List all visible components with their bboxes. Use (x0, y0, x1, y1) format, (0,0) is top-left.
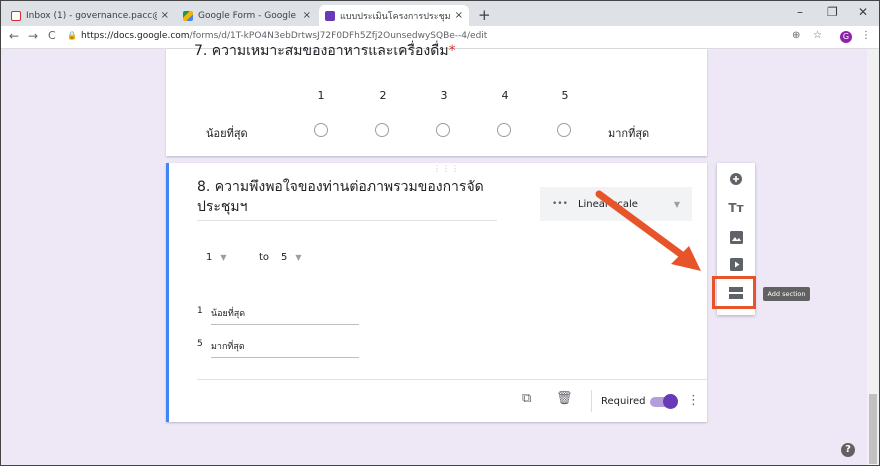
add-section-tooltip: Add section (763, 287, 810, 301)
forward-button[interactable]: → (28, 29, 38, 43)
google-drive-icon (183, 10, 193, 21)
chevron-down-icon: ▼ (220, 253, 227, 262)
scale-high-label-input[interactable]: มากที่สุด (211, 339, 359, 358)
scale-from-select[interactable]: 1 ▼ (206, 252, 227, 263)
required-toggle[interactable] (650, 394, 678, 409)
close-window-button[interactable]: ✕ (858, 5, 868, 19)
zoom-icon[interactable]: ⊕ (792, 30, 800, 41)
footer-separator (591, 390, 592, 412)
question-title-text: 7. ความเหมาะสมของอาหารและเครื่องดื่ม (194, 43, 449, 59)
add-image-button[interactable] (717, 229, 755, 248)
scale-label-number: 1 (197, 306, 203, 316)
scale-number: 2 (379, 89, 387, 102)
gmail-icon (11, 10, 21, 21)
question-title-input[interactable]: 8. ความพึงพอใจของท่านต่อภาพรวมของการจัดป… (197, 177, 497, 221)
tab-title: Inbox (1) - governance.pacc@gm (26, 10, 157, 21)
minimize-button[interactable]: – (797, 5, 803, 19)
browser-window: Inbox (1) - governance.pacc@gm × Google … (0, 0, 880, 466)
linear-scale-icon: ••• (552, 199, 568, 209)
scale-radio-3[interactable] (436, 123, 450, 137)
add-circle-icon (730, 173, 742, 185)
delete-icon[interactable]: 🗑 (556, 391, 573, 406)
scale-radio-2[interactable] (375, 123, 389, 137)
tab-google-form[interactable]: แบบประเมินโครงการประชุมเชิงปฏิบัติก × (319, 5, 469, 26)
page-scrollbar[interactable] (867, 49, 879, 465)
duplicate-icon[interactable]: ⧉ (522, 391, 531, 406)
lock-icon: 🔒 (67, 31, 77, 40)
tab-close-icon[interactable]: × (161, 10, 169, 21)
url-host: https://docs.google.com (81, 31, 190, 41)
question-title: 7. ความเหมาะสมของอาหารและเครื่องดื่ม* (194, 40, 456, 62)
annotation-arrow (595, 190, 701, 271)
tab-close-icon[interactable]: × (303, 10, 311, 21)
reload-button[interactable]: C (48, 29, 56, 42)
scrollbar-thumb[interactable] (869, 394, 877, 464)
tab-bar: Inbox (1) - governance.pacc@gm × Google … (1, 1, 879, 26)
scale-radio-1[interactable] (314, 123, 328, 137)
scale-label-row-1: 1 น้อยที่สุด (197, 306, 359, 325)
back-button[interactable]: ← (9, 29, 19, 43)
video-icon (729, 258, 743, 271)
scale-to-word: to (259, 252, 270, 263)
tab-google-drive[interactable]: Google Form - Google Drive × (177, 5, 317, 26)
scale-label-row-2: 5 มากที่สุด (197, 339, 359, 358)
required-asterisk: * (448, 43, 456, 59)
scale-from-value: 1 (206, 252, 213, 263)
tab-gmail[interactable]: Inbox (1) - governance.pacc@gm × (5, 5, 175, 26)
scale-radio-5[interactable] (557, 123, 571, 137)
add-video-button[interactable] (717, 256, 755, 275)
tab-title: แบบประเมินโครงการประชุมเชิงปฏิบัติก (340, 11, 451, 22)
help-icon[interactable]: ? (841, 443, 855, 457)
add-title-button[interactable]: Tт (717, 201, 755, 215)
more-options-icon[interactable]: ⋮ (687, 393, 700, 408)
image-icon (729, 231, 743, 244)
menu-kebab-icon[interactable]: ⋮ (861, 30, 871, 41)
footer-divider (197, 379, 707, 380)
scale-number: 4 (501, 89, 509, 102)
tab-close-icon[interactable]: × (455, 10, 463, 21)
title-text-icon: Tт (728, 201, 744, 215)
profile-avatar[interactable]: G (840, 31, 852, 43)
new-tab-button[interactable]: + (478, 6, 491, 24)
chevron-down-icon: ▼ (295, 253, 302, 262)
scale-number: 3 (440, 89, 448, 102)
scale-to-select[interactable]: 5 ▼ (281, 252, 302, 263)
scale-low-label-input[interactable]: น้อยที่สุด (211, 306, 359, 325)
scale-label-number: 5 (197, 339, 203, 349)
scale-to-value: 5 (281, 252, 288, 263)
scale-number: 5 (561, 89, 569, 102)
drag-handle-icon[interactable]: ⋮⋮⋮ (433, 164, 460, 173)
scale-low-label: น้อยที่สุด (206, 127, 248, 140)
restore-button[interactable]: ❐ (827, 5, 838, 19)
scale-number: 1 (317, 89, 325, 102)
toggle-knob (663, 394, 678, 409)
tab-title: Google Form - Google Drive (198, 10, 299, 21)
scale-radio-4[interactable] (497, 123, 511, 137)
scale-high-label: มากที่สุด (608, 127, 650, 140)
bookmark-star-icon[interactable]: ☆ (813, 30, 822, 41)
highlight-box (712, 276, 756, 309)
google-forms-icon (325, 10, 335, 21)
required-label: Required (601, 396, 646, 407)
question-card-7[interactable]: 7. ความเหมาะสมของอาหารและเครื่องดื่ม* 1 … (166, 43, 707, 156)
add-question-button[interactable] (717, 171, 755, 190)
